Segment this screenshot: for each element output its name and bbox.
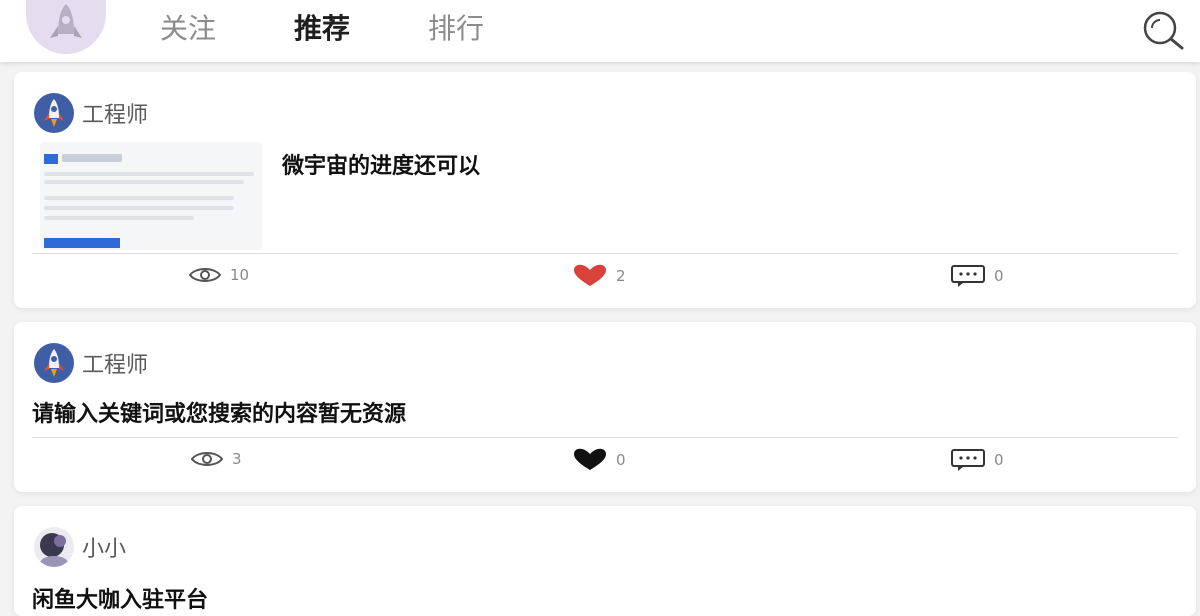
rocket-icon (44, 349, 64, 377)
eye-icon (188, 268, 222, 282)
post-title[interactable]: 微宇宙的进度还可以 (282, 148, 480, 180)
heart-icon (574, 448, 606, 470)
post-title[interactable]: 闲鱼大咖入驻平台 (32, 582, 208, 614)
divider (32, 437, 1178, 438)
post-thumbnail[interactable] (40, 142, 262, 250)
search-icon (1143, 11, 1184, 50)
view-count: 10 (188, 266, 249, 284)
author-avatar[interactable] (34, 527, 74, 567)
author-name: 工程师 (82, 103, 149, 128)
comment-button[interactable]: 0 (950, 264, 1004, 288)
author-avatar[interactable] (34, 93, 74, 133)
post-author[interactable]: 小小 (34, 526, 126, 568)
author-name: 小小 (82, 537, 127, 562)
post-card[interactable]: 工程师 微宇宙的进度还可以 10 2 0 (14, 72, 1196, 308)
like-button[interactable]: 0 (572, 448, 626, 472)
rocket-avatar-icon (50, 4, 82, 38)
comment-icon (951, 265, 985, 287)
eye-icon (190, 452, 224, 466)
heart-icon (574, 264, 606, 286)
tab-ranking[interactable]: 排行 (428, 12, 484, 46)
divider (32, 253, 1178, 254)
view-count: 3 (190, 450, 242, 468)
tab-recommend[interactable]: 推荐 (294, 12, 350, 46)
like-button[interactable]: 2 (572, 264, 626, 288)
post-author[interactable]: 工程师 (34, 92, 148, 134)
comment-icon (951, 449, 985, 471)
top-navigation-bar: 关注 推荐 排行 (0, 0, 1200, 62)
user-avatar[interactable] (26, 0, 106, 54)
tab-follow[interactable]: 关注 (160, 12, 216, 46)
rocket-icon (44, 99, 64, 127)
author-name: 工程师 (82, 353, 149, 378)
search-button[interactable] (1140, 8, 1188, 52)
post-author[interactable]: 工程师 (34, 342, 148, 384)
post-card[interactable]: 工程师 请输入关键词或您搜索的内容暂无资源 3 0 0 (14, 322, 1196, 492)
post-title[interactable]: 请输入关键词或您搜索的内容暂无资源 (32, 396, 406, 428)
user-photo-icon (40, 533, 68, 567)
post-card[interactable]: 小小 闲鱼大咖入驻平台 (14, 506, 1196, 616)
comment-button[interactable]: 0 (950, 448, 1004, 472)
author-avatar[interactable] (34, 343, 74, 383)
